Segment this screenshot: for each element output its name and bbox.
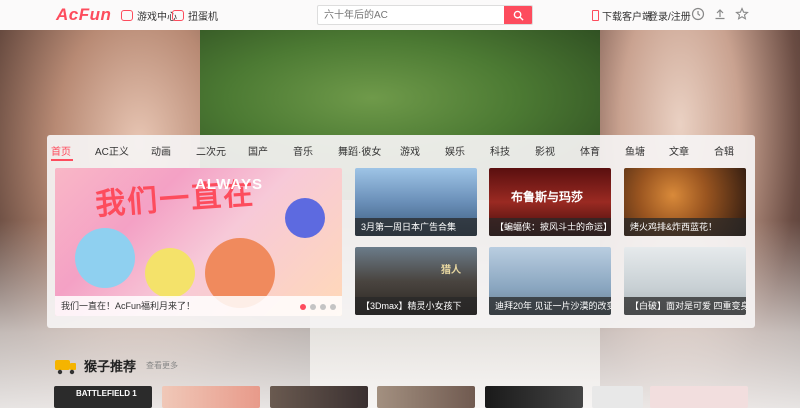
video-title: 3月第一周日本广告合集	[355, 218, 477, 236]
active-tab-indicator	[51, 159, 73, 161]
tab-ac-justice[interactable]: AC正义	[95, 143, 129, 158]
carousel-dot[interactable]	[310, 304, 316, 310]
tab-games[interactable]: 游戏	[400, 143, 420, 158]
banner-caption: 我们一直在！AcFun福利月来了！	[55, 296, 342, 316]
video-tile[interactable]: 迪拜20年 见证一片沙漠的改变	[489, 247, 611, 315]
tab-sports[interactable]: 体育	[580, 143, 600, 158]
video-tile[interactable]	[650, 386, 748, 408]
video-tile[interactable]	[485, 386, 583, 408]
gamepad-icon	[121, 10, 133, 21]
search-button[interactable]	[504, 6, 532, 24]
gacha-label: 扭蛋机	[188, 12, 218, 23]
tab-dance[interactable]: 舞蹈·彼女	[338, 143, 381, 158]
download-label: 下载客户端	[602, 12, 652, 23]
login-register-link[interactable]: 登录/注册	[648, 8, 691, 23]
banner-deco-circle	[145, 248, 195, 298]
gacha-link[interactable]: 扭蛋机	[172, 8, 218, 23]
tab-articles[interactable]: 文章	[669, 143, 689, 158]
tab-anime[interactable]: 动画	[151, 143, 171, 158]
download-client-link[interactable]: 下载客户端	[592, 8, 652, 23]
site-logo[interactable]: AcFun	[56, 5, 111, 25]
carousel-dot[interactable]	[320, 304, 326, 310]
tab-fishpond[interactable]: 鱼塘	[625, 143, 645, 158]
game-center-link[interactable]: 游戏中心	[121, 8, 177, 23]
history-icon[interactable]	[691, 7, 705, 21]
search-box	[317, 5, 533, 25]
video-title: 烤火鸡排&炸西蓝花！	[624, 218, 746, 236]
favorite-star-icon[interactable]	[735, 7, 749, 21]
tab-acg[interactable]: 二次元	[196, 143, 226, 158]
banner-deco-circle	[75, 228, 135, 288]
section-more-link[interactable]: 查看更多	[146, 360, 178, 371]
video-title: 【蝙蝠侠：披风斗士的命运】下	[489, 218, 611, 236]
channel-card: 首页 AC正义 动画 二次元 国产 音乐 舞蹈·彼女 游戏 娱乐 科技 影视 体…	[47, 135, 755, 328]
tab-film[interactable]: 影视	[535, 143, 555, 158]
video-tile[interactable]: 烤火鸡排&炸西蓝花！	[624, 168, 746, 236]
carousel-dot[interactable]	[300, 304, 306, 310]
video-title: 【白破】面对是可爱 四重变身	[624, 297, 746, 315]
video-tile[interactable]: BATTLEFIELD 1	[54, 386, 152, 408]
tab-domestic[interactable]: 国产	[248, 143, 268, 158]
carousel-dot[interactable]	[330, 304, 336, 310]
tab-music[interactable]: 音乐	[293, 143, 313, 158]
video-tile[interactable]: 猎人 【3Dmax】精灵小女孩下	[355, 247, 477, 315]
search-input[interactable]	[318, 6, 504, 24]
video-tile[interactable]	[592, 386, 643, 408]
banner-deco-circle	[285, 198, 325, 238]
video-tile[interactable]: 布鲁斯与玛莎 【蝙蝠侠：披风斗士的命运】下	[489, 168, 611, 236]
tab-tech[interactable]: 科技	[490, 143, 510, 158]
section-title: 猴子推荐	[84, 359, 137, 374]
tab-collections[interactable]: 合辑	[714, 143, 734, 158]
video-title: 【3Dmax】精灵小女孩下	[355, 297, 477, 315]
channel-tabs: 首页 AC正义 动画 二次元 国产 音乐 舞蹈·彼女 游戏 娱乐 科技 影视 体…	[47, 135, 755, 163]
video-title: 迪拜20年 见证一片沙漠的改变	[489, 297, 611, 315]
video-tile[interactable]	[270, 386, 368, 408]
carousel-dots	[300, 304, 336, 310]
truck-icon	[55, 359, 76, 374]
section-header: 猴子推荐 查看更多	[54, 356, 178, 375]
phone-icon	[592, 10, 599, 21]
upload-icon[interactable]	[713, 7, 727, 21]
video-tile[interactable]	[162, 386, 260, 408]
video-thumbnail-text: 布鲁斯与玛莎	[511, 190, 584, 204]
banner-subtitle: ALWAYS	[195, 176, 263, 193]
video-thumbnail-text: BATTLEFIELD 1	[76, 389, 137, 398]
main-banner[interactable]: 我们一直在 ALWAYS 我们一直在！AcFun福利月来了！	[55, 168, 342, 316]
search-icon	[513, 10, 524, 21]
video-tile[interactable]: 【白破】面对是可爱 四重变身	[624, 247, 746, 315]
gacha-icon	[172, 10, 184, 21]
video-tile[interactable]	[377, 386, 475, 408]
tab-home[interactable]: 首页	[51, 143, 71, 158]
game-center-label: 游戏中心	[137, 12, 177, 23]
tab-entertainment[interactable]: 娱乐	[445, 143, 465, 158]
video-thumbnail-text: 猎人	[441, 265, 461, 276]
video-tile[interactable]: 3月第一周日本广告合集	[355, 168, 477, 236]
top-navigation-bar: AcFun 游戏中心 扭蛋机 下载客户端 登录/注册	[0, 0, 800, 30]
